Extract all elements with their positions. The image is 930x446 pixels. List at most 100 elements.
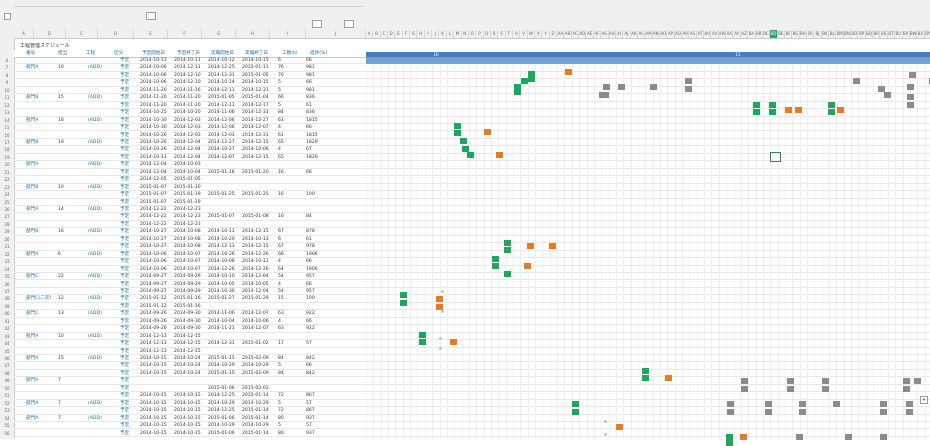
table-cell[interactable]: 84 xyxy=(306,213,336,220)
table-cell[interactable]: 2014-10-13 xyxy=(242,236,276,243)
row-header[interactable]: 10 xyxy=(0,87,14,94)
column-header[interactable]: BK xyxy=(822,30,830,38)
table-cell[interactable]: 2014-10-27 xyxy=(140,243,174,250)
table-cell[interactable]: 2014-10-27 xyxy=(140,228,174,235)
table-cell[interactable]: 2014-10-05 xyxy=(208,281,242,288)
table-cell[interactable]: 13 xyxy=(58,310,88,317)
column-header[interactable]: AP xyxy=(667,30,675,38)
table-cell[interactable]: 67 xyxy=(306,146,336,153)
table-cell[interactable]: 2014-12-15 xyxy=(242,228,276,235)
gantt-marker[interactable] xyxy=(770,152,781,162)
gantt-marker[interactable] xyxy=(604,433,607,436)
table-cell[interactable]: 2014-12-03 xyxy=(174,117,208,124)
gantt-marker[interactable] xyxy=(618,84,625,90)
column-header[interactable]: AK xyxy=(631,30,638,38)
column-header[interactable]: BE xyxy=(778,30,785,38)
row-header[interactable]: 34 xyxy=(0,266,14,273)
table-cell[interactable]: 2014-12-15 xyxy=(242,243,276,250)
column-header[interactable]: AJ xyxy=(623,30,631,38)
column-header[interactable]: BU xyxy=(895,30,903,38)
table-cell[interactable]: 2014-10-05 xyxy=(242,281,276,288)
column-header[interactable]: AB xyxy=(564,30,572,38)
table-cell[interactable]: 5 xyxy=(278,102,304,109)
row-header[interactable]: 23 xyxy=(0,184,14,191)
table-cell[interactable]: 2014-12-03 xyxy=(174,132,208,139)
table-cell[interactable]: (ADD) xyxy=(88,333,120,340)
column-header[interactable]: E xyxy=(134,30,168,38)
table-cell[interactable]: 部門A xyxy=(26,415,58,422)
row-header[interactable]: 40 xyxy=(0,310,14,317)
table-cell[interactable]: 2014-11-16 xyxy=(174,87,208,94)
table-cell[interactable]: 66 xyxy=(306,318,336,325)
table-cell[interactable]: 1829 xyxy=(306,154,336,161)
table-cell[interactable]: 15 xyxy=(58,94,88,101)
table-cell[interactable]: 予定 xyxy=(120,221,140,228)
table-cell[interactable]: 予定 xyxy=(120,154,140,161)
column-header[interactable]: BG xyxy=(792,30,800,38)
table-cell[interactable]: 2014-10-06 xyxy=(140,251,174,258)
table-cell[interactable]: 84 xyxy=(278,109,304,116)
table-cell[interactable]: 64 xyxy=(278,266,304,273)
table-cell[interactable]: 4 xyxy=(278,124,304,131)
table-cell[interactable]: 予定 xyxy=(120,117,140,124)
column-header[interactable]: AS xyxy=(689,30,697,38)
table-cell[interactable]: 842 xyxy=(306,370,336,377)
column-header[interactable]: BY xyxy=(925,30,930,38)
table-cell[interactable]: 予定 xyxy=(120,251,140,258)
table-cell[interactable]: 2014-10-15 xyxy=(174,400,208,407)
table-cell[interactable]: 2015-02-09 xyxy=(242,370,276,377)
column-header[interactable]: BM xyxy=(836,30,844,38)
table-cell[interactable]: 2014-10-08 xyxy=(208,258,242,265)
table-cell[interactable]: 2014-09-26 xyxy=(140,325,174,332)
group-collapse-icon[interactable] xyxy=(4,13,11,20)
row-header[interactable]: 12 xyxy=(0,102,14,109)
row-header[interactable]: 29 xyxy=(0,228,14,235)
table-cell[interactable]: 12 xyxy=(58,295,88,302)
gantt-marker[interactable] xyxy=(741,378,748,384)
column-header[interactable]: AF xyxy=(594,30,602,38)
gantt-marker[interactable] xyxy=(521,78,528,84)
table-cell[interactable]: 2014-12-06 xyxy=(208,124,242,131)
column-header[interactable]: I xyxy=(425,30,433,38)
gantt-marker[interactable] xyxy=(650,84,657,90)
table-cell[interactable]: 2014-12-04 xyxy=(242,288,276,295)
table-cell[interactable]: 2014-09-30 xyxy=(174,310,208,317)
column-header[interactable]: X xyxy=(535,30,543,38)
table-cell[interactable]: 7 xyxy=(58,400,88,407)
row-header[interactable]: 55 xyxy=(0,422,14,429)
table-cell[interactable]: 5 xyxy=(278,422,304,429)
column-header[interactable]: G xyxy=(202,30,236,38)
table-cell[interactable]: (ADD) xyxy=(88,94,120,101)
table-cell[interactable]: (ADD) xyxy=(88,117,120,124)
table-cell[interactable]: (ADD) xyxy=(88,139,120,146)
table-cell[interactable]: 2014-10-15 xyxy=(174,407,208,414)
table-cell[interactable]: 66 xyxy=(278,94,304,101)
row-header[interactable]: 15 xyxy=(0,124,14,131)
gantt-marker[interactable] xyxy=(642,368,649,374)
gantt-marker[interactable] xyxy=(504,240,511,246)
table-cell[interactable]: 2014-10-24 xyxy=(174,370,208,377)
table-cell[interactable]: 2014-10-06 xyxy=(242,318,276,325)
table-cell[interactable]: 2015-01-06 xyxy=(208,415,242,422)
column-header[interactable]: AE xyxy=(587,30,594,38)
gantt-marker[interactable] xyxy=(828,109,835,115)
table-cell[interactable]: 予定 xyxy=(120,169,140,176)
table-cell[interactable]: 2014-10-13 xyxy=(140,154,174,161)
gantt-marker[interactable] xyxy=(828,102,835,108)
column-header[interactable]: D xyxy=(388,30,396,38)
table-cell[interactable]: 981 xyxy=(306,72,336,79)
table-cell[interactable]: 2014-10-26 xyxy=(140,146,174,153)
table-cell[interactable]: 2014-12-04 xyxy=(174,154,208,161)
table-cell[interactable]: 部門B xyxy=(26,228,58,235)
table-cell[interactable]: 予定 xyxy=(120,362,140,369)
table-cell[interactable]: 2014-10-15 xyxy=(140,430,174,437)
column-header[interactable]: J xyxy=(306,30,366,38)
table-cell[interactable]: 予定 xyxy=(120,325,140,332)
column-header[interactable]: AI xyxy=(616,30,624,38)
table-cell[interactable]: 予定 xyxy=(120,72,140,79)
table-cell[interactable]: 2014-11-06 xyxy=(208,109,242,116)
table-cell[interactable]: 予定 xyxy=(120,355,140,362)
table-cell[interactable]: 2015-01-29 xyxy=(242,295,276,302)
row-header[interactable]: 31 xyxy=(0,243,14,250)
table-cell[interactable]: 2014-10-06 xyxy=(140,64,174,71)
